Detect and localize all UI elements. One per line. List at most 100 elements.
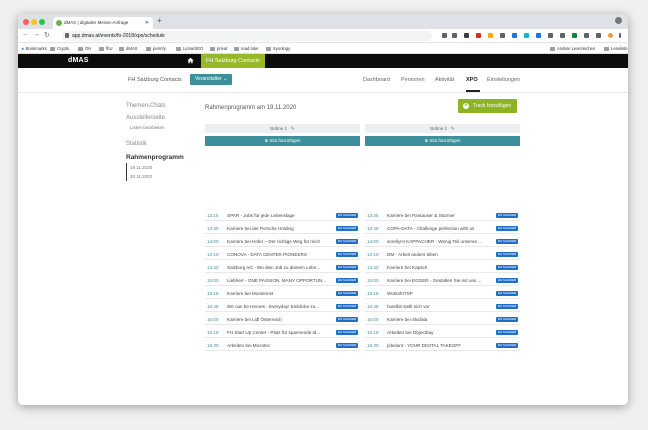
- program-slot[interactable]: 14:15 DM - Arbeit anders leben EN SCHWEB: [365, 249, 520, 260]
- slot-status-badge: EN SCHWEB: [495, 213, 518, 218]
- extension-icon[interactable]: [464, 33, 469, 38]
- bookmark-item[interactable]: privat: [210, 46, 227, 51]
- program-slot[interactable]: 13:30 Karriere bei der Porsche Holding EN …: [205, 223, 360, 234]
- browser-tab[interactable]: dMAS | digitales Messe-Anfrage ✕: [53, 17, 153, 29]
- slot-title: DM - Arbeit anders leben: [387, 252, 438, 257]
- date-link[interactable]: 20.11.2020: [130, 174, 152, 179]
- bookmark-item[interactable]: ★Bookmarks: [21, 46, 47, 51]
- tab-dashboard[interactable]: Dashboard: [363, 77, 390, 83]
- extension-icon[interactable]: [488, 33, 493, 38]
- slot-time: 13:45: [367, 213, 379, 218]
- organization-tab[interactable]: FH Salzburg Contacts: [201, 54, 265, 68]
- minimize-window-dot[interactable]: [31, 19, 37, 25]
- slot-time: 15:00: [367, 278, 379, 283]
- extension-icon[interactable]: [572, 33, 577, 38]
- bookmark-item[interactable]: Crypto: [50, 46, 69, 51]
- tab-aktivitaet[interactable]: Aktivität: [435, 77, 454, 83]
- side-item-rahmenprogramm[interactable]: Rahmenprogramm: [126, 154, 184, 161]
- program-slot[interactable]: 16:00 Karriere bei Skidata EN SCHWEB: [365, 314, 520, 325]
- stage-header[interactable]: Bühne 1 ✎: [205, 124, 360, 133]
- back-icon[interactable]: ←: [22, 31, 29, 38]
- program-slot[interactable]: 14:15 CONOVA - DATA CENTER PIONEERS EN SCH…: [205, 249, 360, 260]
- tab-personen[interactable]: Personen: [401, 77, 425, 83]
- extension-icon[interactable]: [548, 33, 553, 38]
- program-slot[interactable]: 13:45 Karriere bei Pantauser & Sturmer EN …: [365, 210, 520, 221]
- folder-icon: [99, 46, 104, 51]
- organizer-dropdown[interactable]: Veranstalter ⌄: [190, 74, 233, 85]
- slot-title: Karriere bei Musterinst: [227, 291, 274, 296]
- extension-icon[interactable]: [560, 33, 565, 38]
- extension-icon[interactable]: [442, 33, 447, 38]
- side-item-ausstellerseite[interactable]: Ausstellerseite: [126, 115, 165, 121]
- program-slot[interactable]: 15:45 hotelbit stellt sich vor EN SCHWEB: [365, 301, 520, 312]
- side-item-statistik[interactable]: Statistik: [126, 141, 147, 147]
- program-slot[interactable]: 16:30 jobelunt - YOUR DIGITAL TAKEOFF EN S…: [365, 340, 520, 351]
- bookmark-item[interactable]: Andere Lesezeichen: [550, 46, 595, 51]
- bookmark-item[interactable]: read later: [234, 46, 259, 51]
- bookmark-item[interactable]: Synology: [266, 46, 290, 51]
- extension-icon[interactable]: [476, 33, 481, 38]
- home-icon[interactable]: [187, 57, 194, 64]
- profile-icon[interactable]: [615, 17, 622, 24]
- folder-icon: [119, 46, 124, 51]
- url-field[interactable]: app.dmas.at/events/fo-2018/xpo/schedule: [62, 31, 432, 41]
- program-slot[interactable]: 16:00 Karriere bei Lidl Österreich EN SCHW…: [205, 314, 360, 325]
- slot-title: CONOVA - DATA CENTER PIONEERS: [227, 252, 307, 257]
- reload-icon[interactable]: ↻: [44, 31, 50, 39]
- side-subitem-listen[interactable]: Listen bearbeiten: [130, 125, 165, 130]
- menu-icon[interactable]: [619, 33, 621, 38]
- active-tab-indicator: [466, 90, 480, 92]
- program-slot[interactable]: 16:15 FH Start Up Center - Platz für span…: [205, 327, 360, 338]
- slot-status-badge: EN SCHWEB: [335, 291, 358, 296]
- bookmark-item[interactable]: fhU: [99, 46, 113, 51]
- program-slot[interactable]: 13:15 SPAR - Jobs für jede Lebenslage EN S…: [205, 210, 360, 221]
- program-slot[interactable]: 15:15 Karriere bei Musterinst EN SCHWEB: [205, 288, 360, 299]
- bookmark-item[interactable]: Liona/SEO: [176, 46, 203, 51]
- extension-icon[interactable]: [584, 33, 589, 38]
- extension-icon[interactable]: [512, 33, 517, 38]
- program-slot[interactable]: 13:45 COPA-DATA - Challenge perfection wi…: [365, 223, 520, 234]
- edit-icon[interactable]: ✎: [291, 126, 295, 131]
- app-logo[interactable]: dMAS: [68, 57, 89, 64]
- stage-header[interactable]: Bühne 2 ✎: [365, 124, 520, 133]
- close-window-dot[interactable]: [23, 19, 29, 25]
- forward-icon[interactable]: →: [33, 31, 40, 38]
- program-slot[interactable]: 15:15 WorkshITSP EN SCHWEB: [365, 288, 520, 299]
- slot-time: 13:45: [367, 226, 379, 231]
- extension-icon[interactable]: [500, 33, 505, 38]
- tab-xpo[interactable]: XPO: [466, 77, 478, 83]
- tab-close-icon[interactable]: ✕: [145, 17, 149, 29]
- program-slot[interactable]: 15:00 Liebherr - ONE PASSION. MANY OPPORT…: [205, 275, 360, 286]
- edit-icon[interactable]: ✎: [451, 126, 455, 131]
- program-slot[interactable]: 15:45 We can be Heroes - Everyday! Einbli…: [205, 301, 360, 312]
- extension-icon[interactable]: [596, 33, 601, 38]
- slot-time: 16:30: [207, 343, 219, 348]
- program-slot[interactable]: 14:00 sorellyHI KAPPACHER - Wenig Teil un…: [365, 236, 520, 247]
- date-link[interactable]: 19.11.2020: [130, 165, 152, 170]
- bookmark-item[interactable]: permfy: [146, 46, 166, 51]
- bookmark-item[interactable]: dMAS: [119, 46, 137, 51]
- new-tab-icon[interactable]: +: [157, 16, 162, 25]
- program-slot[interactable]: 16:15 Arbeiten bei Objectbay EN SCHWEB: [365, 327, 520, 338]
- side-item-themen-chats[interactable]: Themen-Chats: [126, 103, 166, 109]
- extension-icon[interactable]: [452, 33, 457, 38]
- program-slot[interactable]: 15:00 Karriere bei EGGER - Gestalten Sie …: [365, 275, 520, 286]
- program-slot[interactable]: 14:00 Karriere bei Hofer – Der richtige W…: [205, 236, 360, 247]
- program-slot[interactable]: 14:30 Salzburg AG - Wo dein Job zu deinem…: [205, 262, 360, 273]
- add-slot-button[interactable]: ⊕ Slot hinzufügen: [365, 136, 520, 146]
- add-slot-button[interactable]: ⊕ Slot hinzufügen: [205, 136, 360, 146]
- bookmark-item[interactable]: OH: [78, 46, 91, 51]
- add-track-button[interactable]: + Track hinzufügen: [458, 99, 518, 113]
- avatar[interactable]: [608, 33, 613, 38]
- program-slot[interactable]: 14:30 Karriere bei Kapsch EN SCHWEB: [365, 262, 520, 273]
- extension-icon[interactable]: [536, 33, 541, 38]
- slot-status-badge: EN SCHWEB: [495, 317, 518, 322]
- slot-status-badge: EN SCHWEB: [495, 265, 518, 270]
- slot-title: sorellyHI KAPPACHER - Wenig Teil unseres…: [387, 239, 482, 244]
- page-subtitle: FH Salzburg Contacts: [128, 77, 182, 83]
- extension-icon[interactable]: [524, 33, 529, 38]
- tab-einstellungen[interactable]: Einstellungen: [487, 77, 520, 83]
- program-slot[interactable]: 16:30 Arbeiten bei Microtec EN SCHWEB: [205, 340, 360, 351]
- bookmark-item[interactable]: Leseliste: [604, 46, 628, 51]
- maximize-window-dot[interactable]: [39, 19, 45, 25]
